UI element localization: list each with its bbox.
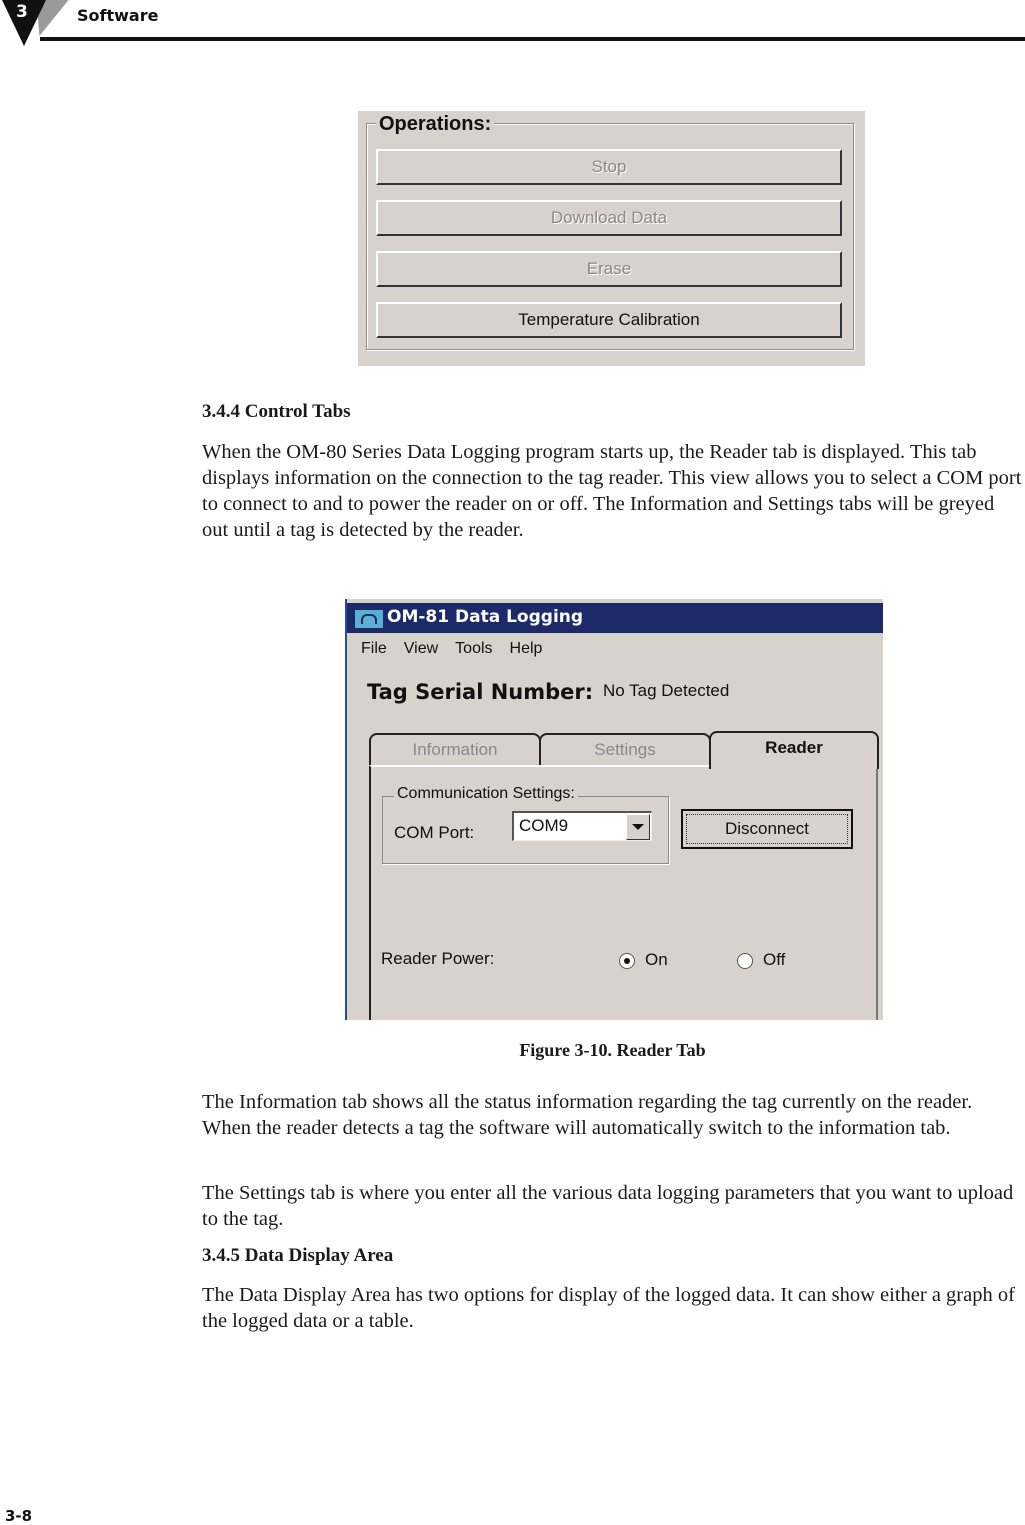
settings-tab-paragraph: The Settings tab is where you enter all … [202,1182,1014,1230]
disconnect-label: Disconnect [686,814,848,844]
menu-tools[interactable]: Tools [455,640,492,657]
data-display-paragraph: The Data Display Area has two options fo… [202,1284,1015,1332]
section-heading-control-tabs: 3.4.4 Control Tabs [202,401,351,422]
tab-settings[interactable]: Settings [539,733,711,767]
title-bar: OM-81 Data Logging [347,603,883,633]
disconnect-button[interactable]: Disconnect [681,809,853,849]
com-port-value: COM9 [519,816,569,835]
power-off-radio[interactable] [737,953,753,969]
com-port-label: COM Port: [394,823,475,842]
information-tab-paragraph: The Information tab shows all the status… [202,1091,973,1139]
power-on-label: On [645,950,668,969]
operations-legend: Operations: [376,113,495,136]
menu-help[interactable]: Help [510,640,543,657]
operations-panel: Operations: Stop Download Data Erase Tem… [358,111,865,366]
com-port-select[interactable]: COM9 [512,811,652,841]
control-tabs-paragraph: When the OM-80 Series Data Logging progr… [202,441,1022,541]
section-heading-data-display: 3.4.5 Data Display Area [202,1245,394,1266]
page-number: 3-8 [5,1507,33,1525]
chapter-title: Software [77,6,159,25]
tab-reader[interactable]: Reader [709,731,879,769]
app-window: OM-81 Data Logging File View Tools Help Tag… [345,599,883,1020]
menu-view[interactable]: View [404,640,438,657]
chevron-down-icon[interactable] [626,814,650,840]
header-rule [40,37,1025,41]
download-data-button[interactable]: Download Data [376,200,842,236]
app-logo-icon [355,610,383,628]
tab-information[interactable]: Information [369,733,541,767]
stop-button[interactable]: Stop [376,149,842,185]
power-off-label: Off [763,950,786,969]
tag-serial-value: No Tag Detected [603,681,730,700]
reader-power-label: Reader Power: [381,949,495,968]
figure-caption: Figure 3-10. Reader Tab [519,1040,706,1060]
tag-serial-label: Tag Serial Number: [367,680,594,704]
menu-file[interactable]: File [361,640,387,657]
power-on-radio[interactable] [619,953,635,969]
communication-settings-legend: Communication Settings: [394,785,578,803]
chapter-number: 3 [16,2,28,22]
menu-bar: File View Tools Help [361,640,559,658]
temperature-calibration-button[interactable]: Temperature Calibration [376,302,842,338]
erase-button[interactable]: Erase [376,251,842,287]
window-title: OM-81 Data Logging [387,607,584,627]
